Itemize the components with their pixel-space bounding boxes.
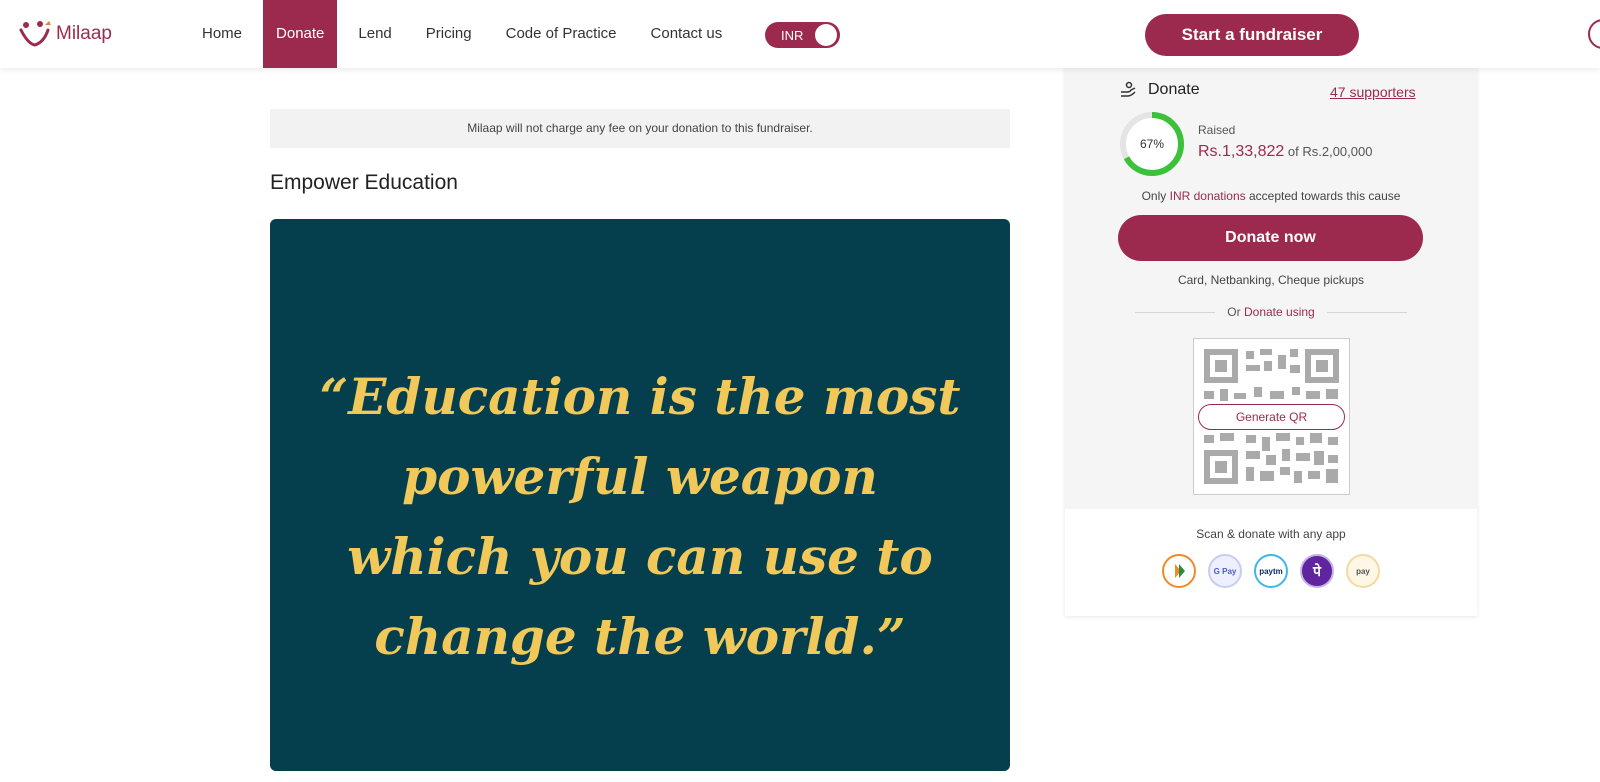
or-prefix: Or <box>1227 305 1241 319</box>
inr-note-highlight: INR donations <box>1169 189 1246 203</box>
start-fundraiser-button[interactable]: Start a fundraiser <box>1145 14 1359 56</box>
donate-now-button[interactable]: Donate now <box>1118 215 1423 261</box>
gpay-icon[interactable]: G Pay <box>1208 554 1242 588</box>
hero-quote-line: “Education is the most <box>319 367 961 426</box>
qr-code-box: Generate QR <box>1193 338 1350 495</box>
upi-apps-section: Scan & donate with any app G Pay paytm प… <box>1065 509 1477 616</box>
nav-contact-us[interactable]: Contact us <box>634 0 740 68</box>
milaap-logo-icon <box>19 21 51 47</box>
or-divider: Or Donate using <box>1135 305 1407 319</box>
divider-line <box>1326 311 1407 313</box>
gpay-label: G Pay <box>1213 566 1237 576</box>
raised-amount: Rs.1,33,822 <box>1198 143 1285 160</box>
campaign-title: Empower Education <box>270 171 458 194</box>
paytm-label: paytm <box>1259 566 1283 576</box>
amazonpay-label: pay <box>1356 566 1370 576</box>
amazonpay-icon[interactable]: pay <box>1346 554 1380 588</box>
divider-line <box>1135 311 1216 313</box>
hero-quote-line: which you can use to <box>347 527 933 586</box>
currency-toggle-label: INR <box>781 28 804 43</box>
supporters-link[interactable]: 47 supporters <box>1330 84 1416 100</box>
raised-summary: Rs.1,33,822 of Rs.2,00,000 <box>1198 143 1372 161</box>
top-nav-bar: Milaap Home Donate Lend Pricing Code of … <box>0 0 1600 68</box>
phonepe-icon[interactable]: पे <box>1300 554 1334 588</box>
hero-quote-line: powerful weapon <box>402 447 878 506</box>
phonepe-label: पे <box>1313 562 1321 579</box>
scan-label: Scan & donate with any app <box>1196 527 1346 541</box>
or-text: Or Donate using <box>1227 305 1314 319</box>
inr-note: Only INR donations accepted towards this… <box>1065 189 1477 203</box>
goal-amount: of Rs.2,00,000 <box>1287 144 1373 159</box>
bhim-glyph-icon <box>1175 564 1185 578</box>
donate-heading-label: Donate <box>1148 81 1200 98</box>
generate-qr-button[interactable]: Generate QR <box>1198 404 1345 430</box>
campaign-hero-image: “Education is the most powerful weapon w… <box>270 219 1010 771</box>
hero-quote: “Education is the most powerful weapon w… <box>270 357 1010 677</box>
user-menu-icon[interactable] <box>1588 19 1600 49</box>
bhim-icon[interactable] <box>1162 554 1196 588</box>
fee-notice: Milaap will not charge any fee on your d… <box>270 109 1010 148</box>
nav-home[interactable]: Home <box>196 0 259 68</box>
donate-hand-icon <box>1121 81 1136 97</box>
donate-heading: Donate <box>1118 80 1200 100</box>
raised-label: Raised <box>1198 123 1236 137</box>
nav-pricing[interactable]: Pricing <box>409 0 489 68</box>
nav-donate[interactable]: Donate <box>263 0 338 68</box>
inr-note-prefix: Only <box>1141 189 1167 203</box>
hero-quote-line: change the world.” <box>374 607 906 666</box>
milaap-logo[interactable]: Milaap <box>18 18 112 50</box>
main-nav: Home Donate Lend Pricing Code of Practic… <box>196 0 739 68</box>
donate-using-link[interactable]: Donate using <box>1244 305 1315 319</box>
nav-code-of-practice[interactable]: Code of Practice <box>489 0 634 68</box>
toggle-knob <box>815 24 837 46</box>
inr-note-suffix: accepted towards this cause <box>1249 189 1401 203</box>
payment-methods: Card, Netbanking, Cheque pickups <box>1177 273 1365 287</box>
progress-percent: 67% <box>1139 137 1165 151</box>
brand-name: Milaap <box>56 23 112 44</box>
upi-app-list: G Pay paytm पे pay <box>1162 554 1380 588</box>
paytm-icon[interactable]: paytm <box>1254 554 1288 588</box>
currency-toggle[interactable]: INR <box>765 22 840 48</box>
nav-lend[interactable]: Lend <box>341 0 408 68</box>
